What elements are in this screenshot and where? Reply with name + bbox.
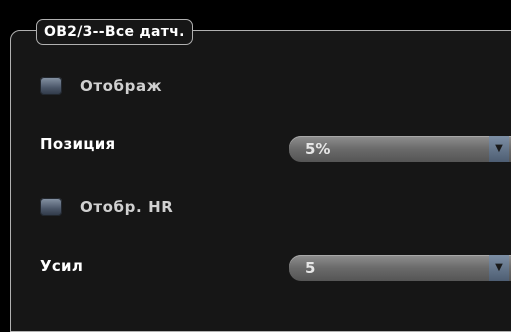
position-value: 5% <box>305 140 331 158</box>
settings-group-panel <box>10 30 511 332</box>
hr-checkbox-label: Отобр. HR <box>80 198 174 216</box>
gain-label: Усил <box>40 257 84 275</box>
position-select[interactable]: 5% ▼ <box>289 136 511 162</box>
hr-option[interactable]: Отобр. HR <box>40 198 173 216</box>
display-option[interactable]: Отображ <box>40 77 162 95</box>
group-title: OB2/3--Все датч. <box>36 19 193 45</box>
gain-value: 5 <box>305 259 316 277</box>
chevron-down-icon[interactable]: ▼ <box>489 255 509 281</box>
gain-select[interactable]: 5 ▼ <box>289 255 511 281</box>
display-checkbox-label: Отображ <box>80 77 163 95</box>
display-checkbox[interactable] <box>40 77 62 95</box>
position-label: Позиция <box>40 135 116 153</box>
chevron-down-icon[interactable]: ▼ <box>489 136 509 162</box>
hr-checkbox[interactable] <box>40 198 62 216</box>
